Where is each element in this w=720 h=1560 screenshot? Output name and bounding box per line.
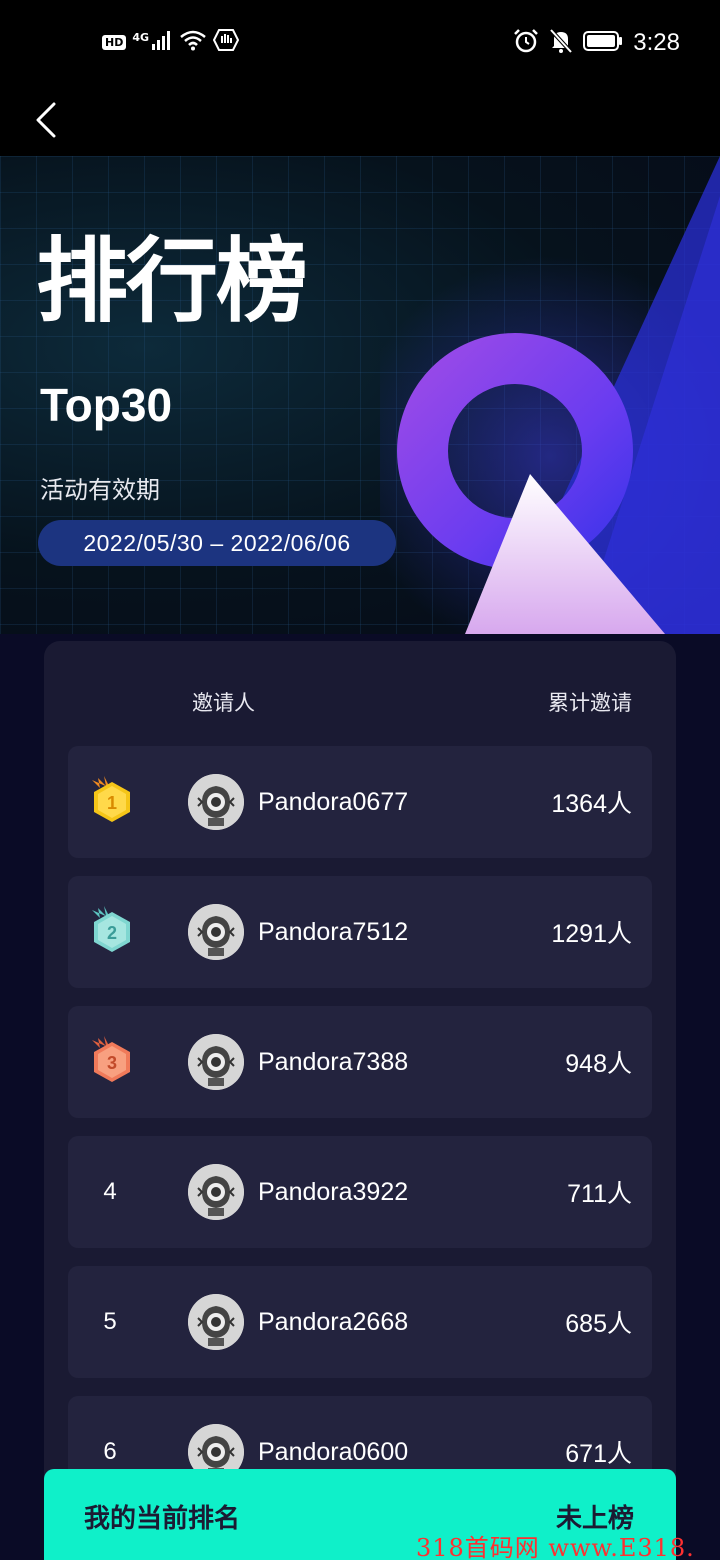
battery-icon: [583, 30, 623, 56]
hero-illustration: [380, 156, 720, 634]
avatar: [188, 1164, 244, 1220]
status-right: 3:28: [513, 28, 680, 58]
orange-crown-badge-icon: 3: [92, 1036, 130, 1082]
username: Pandora3922: [258, 1177, 409, 1206]
svg-text:1: 1: [107, 793, 117, 813]
leaderboard-row[interactable]: 3 Pandora7388 948人: [68, 1006, 652, 1118]
back-button[interactable]: [24, 92, 68, 148]
chevron-left-icon: [36, 102, 56, 138]
invite-count: 685人: [565, 1310, 632, 1338]
leaderboard-row[interactable]: 4 Pandora3922 711人: [68, 1136, 652, 1248]
nav-bar: [0, 84, 720, 156]
column-header-inviter: 邀请人: [192, 691, 255, 715]
wifi-icon: [179, 29, 207, 55]
teal-crown-badge-icon: 2: [92, 906, 130, 952]
username: Pandora2668: [258, 1307, 409, 1336]
leaderboard-row[interactable]: 1 Pandora0677 1364人: [68, 746, 652, 858]
hero-title: 排行榜: [36, 228, 308, 335]
leaderboard-row[interactable]: 5 Pandora2668 685人: [68, 1266, 652, 1378]
period-dates-pill: 2022/05/30 – 2022/06/06: [38, 520, 396, 566]
leaderboard-card: 邀请人 累计邀请 1 Pandora0677 1364人 2 Pandora75…: [44, 641, 676, 1560]
invite-count: 711人: [567, 1180, 632, 1208]
status-left: HD 4G: [102, 28, 240, 56]
avatar: [188, 1294, 244, 1350]
network-type: 4G: [132, 30, 150, 44]
invite-count: 948人: [565, 1050, 632, 1078]
username: Pandora7388: [258, 1047, 409, 1076]
leaderboard-row[interactable]: 2 Pandora7512 1291人: [68, 876, 652, 988]
svg-text:2: 2: [107, 923, 117, 943]
hero-subtitle: Top30: [40, 379, 173, 431]
mute-bell-icon: [549, 28, 573, 58]
rank-number: 4: [103, 1178, 117, 1205]
hand-shield-icon: [212, 28, 240, 56]
svg-text:3: 3: [107, 1053, 117, 1073]
clock-time: 3:28: [633, 29, 680, 56]
hd-badge: HD: [102, 34, 127, 50]
hero-banner: 排行榜 Top30 活动有效期 2022/05/30 – 2022/06/06: [0, 156, 720, 634]
column-header-total: 累计邀请: [548, 691, 632, 715]
invite-count: 1291人: [551, 920, 632, 948]
gold-crown-badge-icon: 1: [92, 776, 130, 822]
watermark-text: 318首码网 www.E318.: [416, 1534, 695, 1560]
avatar: [188, 1034, 244, 1090]
signal-icon: [151, 30, 173, 54]
period-label: 活动有效期: [40, 476, 160, 504]
avatar: [188, 904, 244, 960]
alarm-icon: [513, 28, 539, 58]
username: Pandora0677: [258, 787, 409, 816]
my-rank-label: 我的当前排名: [84, 1504, 241, 1534]
avatar: [188, 774, 244, 830]
invite-count: 1364人: [551, 790, 632, 818]
rank-number: 5: [103, 1308, 117, 1335]
username: Pandora7512: [258, 917, 409, 946]
status-bar: HD 4G 3:28: [0, 0, 720, 84]
